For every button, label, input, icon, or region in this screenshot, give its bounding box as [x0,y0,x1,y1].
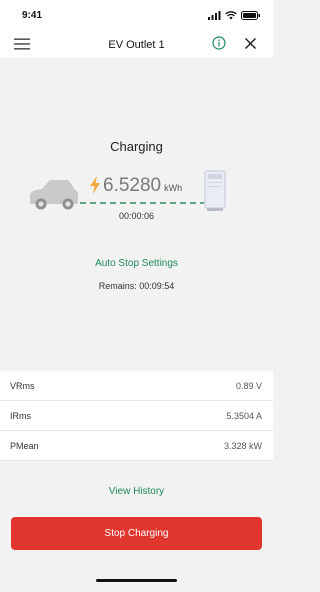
status-bar: 9:41 [0,0,273,30]
reading-label: VRms [10,381,35,391]
signal-icon [208,10,221,20]
reading-row-vrms: VRms 0.89 V [0,371,273,401]
status-time: 9:41 [22,10,43,21]
info-icon[interactable] [212,36,226,50]
reading-value: 0.89 V [235,381,262,391]
reading-label: PMean [10,441,39,451]
reading-row-pmean: PMean 3.328 kW [0,431,273,461]
energy-unit: kWh [164,183,183,193]
reading-value: 5.3504 A [226,411,262,421]
nav-bar: EV Outlet 1 [0,30,273,58]
charger-icon [204,170,226,211]
remaining-time: Remains: 00:09:54 [98,281,175,291]
battery-icon [241,10,260,20]
reading-value: 3.328 kW [223,441,262,451]
wifi-icon [225,10,237,19]
charging-status-title: Charging [110,139,163,154]
energy-value: 6.5280 [103,175,162,196]
view-history-link[interactable]: View History [0,486,273,497]
car-icon [30,180,78,210]
status-icons [208,10,261,20]
auto-stop-settings-link[interactable]: Auto Stop Settings [0,258,273,269]
close-icon[interactable] [244,37,257,50]
home-indicator [96,579,177,582]
reading-row-irms: IRms 5.3504 A [0,401,273,431]
elapsed-time: 00:00:06 [118,211,155,221]
energy-readout: 6.5280 kWh [90,172,182,196]
readings-list: VRms 0.89 V IRms 5.3504 A PMean 3.328 kW [0,371,273,461]
bolt-icon [90,176,100,194]
page-title: EV Outlet 1 [108,39,165,51]
charging-flow-line [80,202,204,204]
stop-charging-button[interactable]: Stop Charging [11,517,262,550]
reading-label: IRms [10,411,31,421]
